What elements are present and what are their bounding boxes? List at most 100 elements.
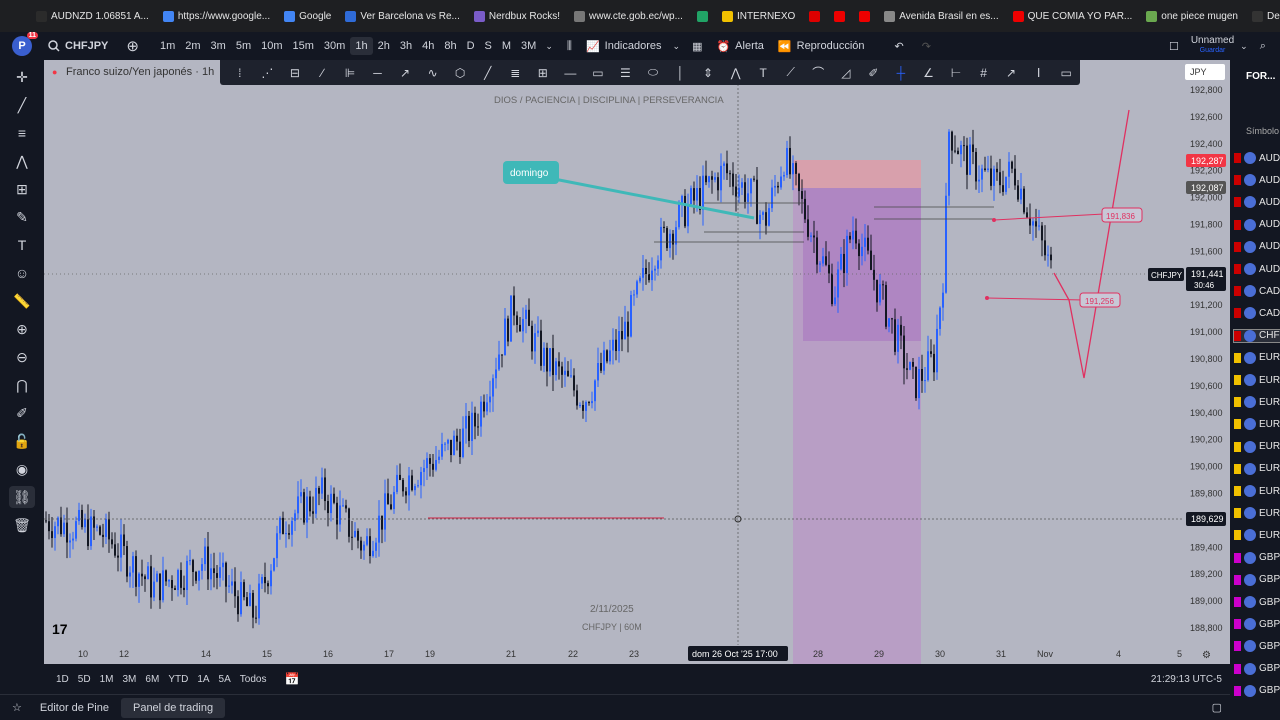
bookmark-item[interactable]: QUE COMIA YO PAR... [1012, 10, 1132, 22]
profile-avatar[interactable]: P 11 [12, 32, 38, 56]
line-tool-icon[interactable]: ╱ [474, 66, 502, 80]
watchlist-row[interactable]: GBP [1234, 618, 1280, 631]
maximize-icon[interactable]: ▢ [1212, 701, 1222, 714]
ruler-icon[interactable]: 📏 [9, 290, 35, 312]
redo-icon[interactable]: ↷ [922, 40, 931, 53]
vline-tool-icon[interactable]: │ [667, 66, 695, 80]
bookmark-item[interactable]: INTERNEXO [721, 10, 795, 22]
timeframe-2h[interactable]: 2h [373, 37, 395, 55]
trendline-icon[interactable]: ╱ [9, 94, 35, 116]
path-tool-icon[interactable]: ⟋ [777, 65, 805, 80]
watchlist-row[interactable]: GBP [1234, 684, 1280, 697]
watchlist-row[interactable]: EUR [1234, 396, 1280, 409]
wave-tool-icon[interactable]: ∿ [419, 66, 447, 80]
pattern-tool-icon[interactable]: ⋰ [254, 66, 282, 80]
timeframe-1h[interactable]: 1h [350, 37, 373, 55]
emoji-icon[interactable]: ☺ [9, 262, 35, 284]
lock-icon[interactable]: 🔓 [9, 430, 35, 452]
watchlist-row[interactable]: EUR [1234, 507, 1280, 520]
range-3M[interactable]: 3M [123, 674, 137, 685]
projection-path[interactable] [1053, 109, 1130, 379]
lines-tool-icon[interactable]: ☰ [612, 66, 640, 80]
zoom-out-icon[interactable]: ⊖ [9, 346, 35, 368]
candle-tool-icon[interactable]: ⵏ [1025, 66, 1053, 80]
price-chart[interactable]: 192,800 192,600 192,400 192,200 192,000 191,8… [44, 60, 1230, 664]
bookmark-item[interactable] [834, 10, 846, 22]
timeframe-3m[interactable]: 3m [206, 37, 231, 55]
watchlist-row[interactable]: AUD [1234, 263, 1280, 275]
timeframe-1m[interactable]: 1m [155, 37, 180, 55]
drag-handle-icon[interactable]: ⁞ [226, 66, 254, 80]
undo-icon[interactable]: ↶ [895, 40, 904, 53]
timeframe-8h[interactable]: 8h [439, 37, 461, 55]
range-1D[interactable]: 1D [56, 674, 69, 685]
bookmark-item[interactable] [696, 10, 708, 22]
range-1M[interactable]: 1M [100, 674, 114, 685]
range-YTD[interactable]: YTD [168, 674, 188, 685]
layout-icon[interactable]: ☐ [1169, 40, 1179, 53]
alert-button[interactable]: ⏰ Alerta [716, 40, 763, 53]
chart-type-icon[interactable]: ⫼ [567, 40, 572, 53]
star-icon[interactable]: ☆ [12, 701, 22, 714]
bookmark-item[interactable] [809, 10, 821, 22]
cross-tool-icon[interactable]: ┼ [887, 66, 915, 80]
watchlist-row[interactable]: GBP [1234, 551, 1280, 564]
watchlist-row[interactable]: AUD [1234, 196, 1280, 209]
callout-pointer[interactable] [548, 176, 755, 220]
range-tool-icon[interactable]: ⊢ [942, 66, 970, 80]
forecast-icon[interactable]: ⊞ [9, 178, 35, 200]
timeframe-30m[interactable]: 30m [319, 37, 350, 55]
timeframe-3M[interactable]: 3M [516, 37, 541, 55]
clock[interactable]: 21:29:13 UTC-5 [1151, 674, 1222, 685]
fib-icon[interactable]: ≡ [9, 122, 35, 144]
bookmark-item[interactable] [859, 10, 871, 22]
link-icon[interactable]: ⛓ [9, 486, 35, 508]
grid-tool-icon[interactable]: ⊞ [529, 66, 557, 80]
timeframe-2m[interactable]: 2m [180, 37, 205, 55]
zoom-in-icon[interactable]: ⊕ [9, 318, 35, 340]
bookmark-item[interactable]: Avenida Brasil en es... [884, 10, 999, 22]
watchlist-header[interactable]: FOR... [1246, 71, 1275, 82]
bookmark-item[interactable]: www.cte.gob.ec/wp... [574, 10, 683, 22]
bookmark-item[interactable]: Google [284, 10, 331, 22]
watchlist-row[interactable]: EUR [1234, 374, 1280, 386]
pitchfork-tool-icon[interactable]: ⊫ [336, 66, 364, 80]
long-position-icon[interactable]: ⇕ [694, 66, 722, 80]
magnet-icon[interactable]: ⋂ [9, 374, 35, 396]
range-6M[interactable]: 6M [145, 674, 159, 685]
timeframe-4h[interactable]: 4h [417, 37, 439, 55]
watchlist-row[interactable]: AUD [1234, 218, 1280, 231]
fib-tool-icon[interactable]: ≣ [501, 66, 529, 80]
bookmark-item[interactable]: https://www.google... [162, 10, 270, 22]
brush-tool-icon[interactable]: ✐ [860, 66, 888, 80]
angle-tool-icon[interactable]: ∠ [915, 66, 943, 80]
shape-tool-icon[interactable]: ⬡ [446, 66, 474, 80]
ellipse-tool-icon[interactable]: ⬭ [639, 65, 667, 80]
range-1A[interactable]: 1A [197, 674, 209, 685]
hline-tool-icon[interactable]: ─ [364, 66, 392, 80]
replay-button[interactable]: ⏪ Reproducción [778, 40, 865, 53]
range-5A[interactable]: 5A [219, 674, 231, 685]
arrow-tool-icon[interactable]: ↗ [997, 66, 1025, 80]
range-Todos[interactable]: Todos [240, 674, 267, 685]
watchlist-row[interactable]: EUR [1234, 440, 1280, 453]
bookmark-item[interactable]: AUDNZD 1.06851 A... [36, 10, 149, 22]
horizontal-tool-icon[interactable]: — [557, 66, 585, 80]
templates-icon[interactable]: ▦ [692, 40, 702, 53]
bookmark-item[interactable]: Descargar Musica de... [1252, 10, 1280, 22]
crosshair-icon[interactable]: ✛ [9, 66, 35, 88]
curve-tool-icon[interactable]: ⌒ [804, 64, 832, 81]
watchlist-row[interactable]: AUD [1234, 240, 1280, 253]
watchlist-row[interactable]: CHF [1233, 328, 1280, 343]
watchlist-row[interactable]: EUR [1234, 529, 1280, 542]
timeframe-3h[interactable]: 3h [395, 37, 417, 55]
tab-trading-panel[interactable]: Panel de trading [120, 697, 226, 718]
channel-tool-icon[interactable]: ⊟ [281, 66, 309, 80]
search-icon[interactable]: ⌕ [1260, 40, 1266, 53]
trash-icon[interactable]: 🗑 [9, 514, 35, 536]
watchlist-row[interactable]: GBP [1234, 640, 1280, 653]
chevron-down-icon[interactable]: ⌄ [1240, 41, 1248, 52]
range-5D[interactable]: 5D [78, 674, 91, 685]
bookmark-item[interactable]: Nerdbux Rocks! [473, 10, 560, 22]
timeframe-15m[interactable]: 15m [288, 37, 319, 55]
